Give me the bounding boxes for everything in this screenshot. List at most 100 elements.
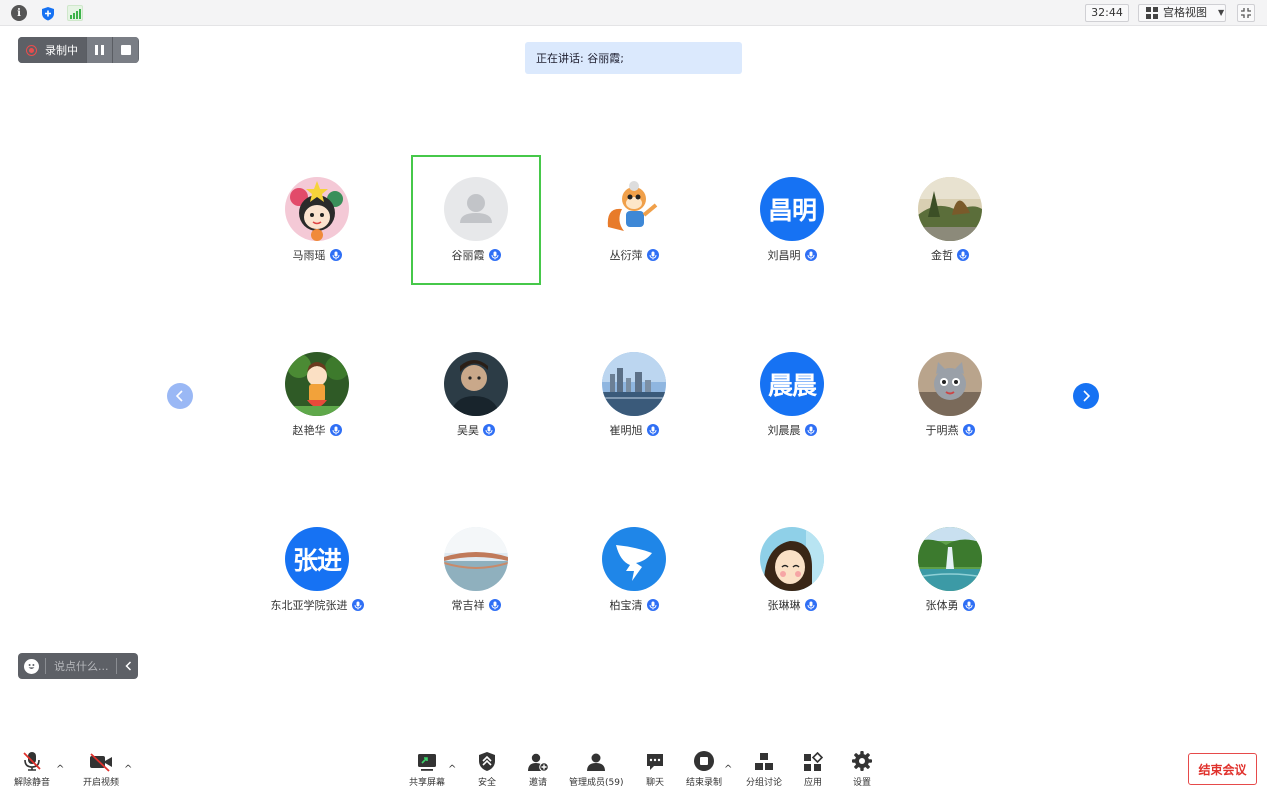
participant-name-row: 张体勇 <box>885 597 1015 613</box>
participant-name: 赵艳华 <box>292 424 326 437</box>
security-label: 安全 <box>478 778 497 788</box>
participant-tile[interactable]: 常吉祥 <box>411 505 541 635</box>
participant-tile[interactable]: 昌明刘昌明 <box>727 155 857 285</box>
video-off-icon <box>88 750 114 772</box>
apps-label: 应用 <box>803 778 822 788</box>
participant-name: 刘晨晨 <box>767 424 801 437</box>
share-options-caret[interactable]: ^ <box>448 764 456 775</box>
participant-tile[interactable]: 谷丽霞 <box>411 155 541 285</box>
participant-name: 张琳琳 <box>767 599 801 612</box>
participant-name-row: 刘昌明 <box>727 247 857 263</box>
chat-button[interactable]: 聊天 <box>645 750 665 788</box>
mic-icon <box>804 249 817 261</box>
network-signal-icon[interactable] <box>67 5 83 21</box>
mic-icon <box>488 249 501 261</box>
divider <box>116 658 117 674</box>
mic-icon <box>646 249 659 261</box>
avatar: 昌明 <box>760 177 824 241</box>
mic-icon <box>351 599 364 611</box>
exit-fullscreen-icon <box>1241 8 1251 18</box>
audio-options-caret[interactable]: ^ <box>56 764 64 775</box>
invite-button[interactable]: 邀请 <box>527 750 549 788</box>
participant-name: 刘昌明 <box>767 249 801 262</box>
pause-recording-button[interactable] <box>86 37 112 63</box>
mic-muted-icon <box>21 750 43 772</box>
recording-status-bar: 录制中 <box>18 37 139 63</box>
participant-name-row: 东北亚学院张进 <box>252 597 382 613</box>
video-options-caret[interactable]: ^ <box>124 764 132 775</box>
chat-input[interactable]: 说点什么... <box>54 658 112 674</box>
share-screen-button[interactable]: 共享屏幕 <box>409 750 445 788</box>
chat-label: 聊天 <box>645 778 664 788</box>
participant-name: 东北亚学院张进 <box>270 599 348 612</box>
avatar <box>444 352 508 416</box>
avatar <box>760 527 824 591</box>
participant-name-row: 张琳琳 <box>727 597 857 613</box>
participant-tile[interactable]: 丛衍萍 <box>569 155 699 285</box>
stop-recording-button[interactable] <box>112 37 138 63</box>
view-mode-label: 宫格视图 <box>1163 6 1207 19</box>
avatar: 晨晨 <box>760 352 824 416</box>
participant-tile[interactable]: 晨晨刘晨晨 <box>727 330 857 460</box>
participant-tile[interactable]: 于明燕 <box>885 330 1015 460</box>
info-icon[interactable]: i <box>11 5 27 21</box>
mic-icon <box>646 599 659 611</box>
recording-options-caret[interactable]: ^ <box>724 764 732 775</box>
mic-icon <box>804 599 817 611</box>
end-meeting-button[interactable]: 结束会议 <box>1188 753 1257 785</box>
avatar <box>918 177 982 241</box>
mic-icon <box>804 424 817 436</box>
avatar <box>602 352 666 416</box>
pause-icon <box>95 45 104 55</box>
participant-tile[interactable]: 金哲 <box>885 155 1015 285</box>
participant-tile[interactable]: 崔明旭 <box>569 330 699 460</box>
exit-fullscreen-button[interactable] <box>1237 4 1255 22</box>
security-button[interactable]: 安全 <box>478 750 496 788</box>
participant-tile[interactable]: 张琳琳 <box>727 505 857 635</box>
participant-tile[interactable]: 吴昊 <box>411 330 541 460</box>
participant-name: 于明燕 <box>925 424 959 437</box>
meeting-window: i 32:44 宫格视图 ▼ 录制中 正在讲话: 谷丽霞; 马雨瑶谷丽霞 丛衍萍… <box>0 0 1267 792</box>
apps-button[interactable]: 应用 <box>803 750 823 788</box>
participant-tile[interactable]: 张体勇 <box>885 505 1015 635</box>
breakout-rooms-button[interactable]: 分组讨论 <box>746 750 782 788</box>
collapse-chat-button[interactable] <box>123 661 133 671</box>
manage-members-button[interactable]: 管理成员(59) <box>569 750 623 788</box>
participant-name: 马雨瑶 <box>292 249 326 262</box>
start-video-button[interactable]: 开启视频 <box>83 750 119 788</box>
avatar <box>285 352 349 416</box>
participant-tile[interactable]: 赵艳华 <box>252 330 382 460</box>
mic-icon <box>646 424 659 436</box>
participant-tile[interactable]: 马雨瑶 <box>252 155 382 285</box>
recording-label: 录制中 <box>45 44 78 57</box>
participant-name-row: 赵艳华 <box>252 422 382 438</box>
mic-icon <box>329 249 342 261</box>
start-video-label: 开启视频 <box>83 778 120 788</box>
emoji-icon[interactable] <box>24 658 39 674</box>
participant-name-row: 吴昊 <box>411 422 541 438</box>
mic-icon <box>962 599 975 611</box>
mic-icon <box>962 424 975 436</box>
participant-name: 崔明旭 <box>609 424 643 437</box>
avatar <box>444 527 508 591</box>
settings-button[interactable]: 设置 <box>851 750 873 788</box>
shield-icon[interactable] <box>40 5 56 21</box>
stop-record-icon <box>693 750 715 772</box>
shield-icon <box>478 750 496 772</box>
participant-name-row: 柏宝清 <box>569 597 699 613</box>
breakout-rooms-icon <box>754 750 774 772</box>
divider <box>45 658 46 674</box>
participant-name-row: 金哲 <box>885 247 1015 263</box>
participant-name: 常吉祥 <box>451 599 485 612</box>
view-mode-dropdown[interactable]: 宫格视图 ▼ <box>1138 4 1226 22</box>
unmute-button[interactable]: 解除静音 <box>14 750 50 788</box>
active-speaker-banner: 正在讲话: 谷丽霞; <box>525 42 742 74</box>
participant-name-row: 常吉祥 <box>411 597 541 613</box>
next-page-button[interactable] <box>1073 383 1099 409</box>
stop-recording-toolbar-button[interactable]: 结束录制 <box>686 750 722 788</box>
participant-tile[interactable]: 张进 东北亚学院张进 <box>252 505 382 635</box>
avatar <box>602 177 666 241</box>
participant-tile[interactable]: 柏宝清 <box>569 505 699 635</box>
previous-page-button[interactable] <box>167 383 193 409</box>
mic-icon <box>329 424 342 436</box>
